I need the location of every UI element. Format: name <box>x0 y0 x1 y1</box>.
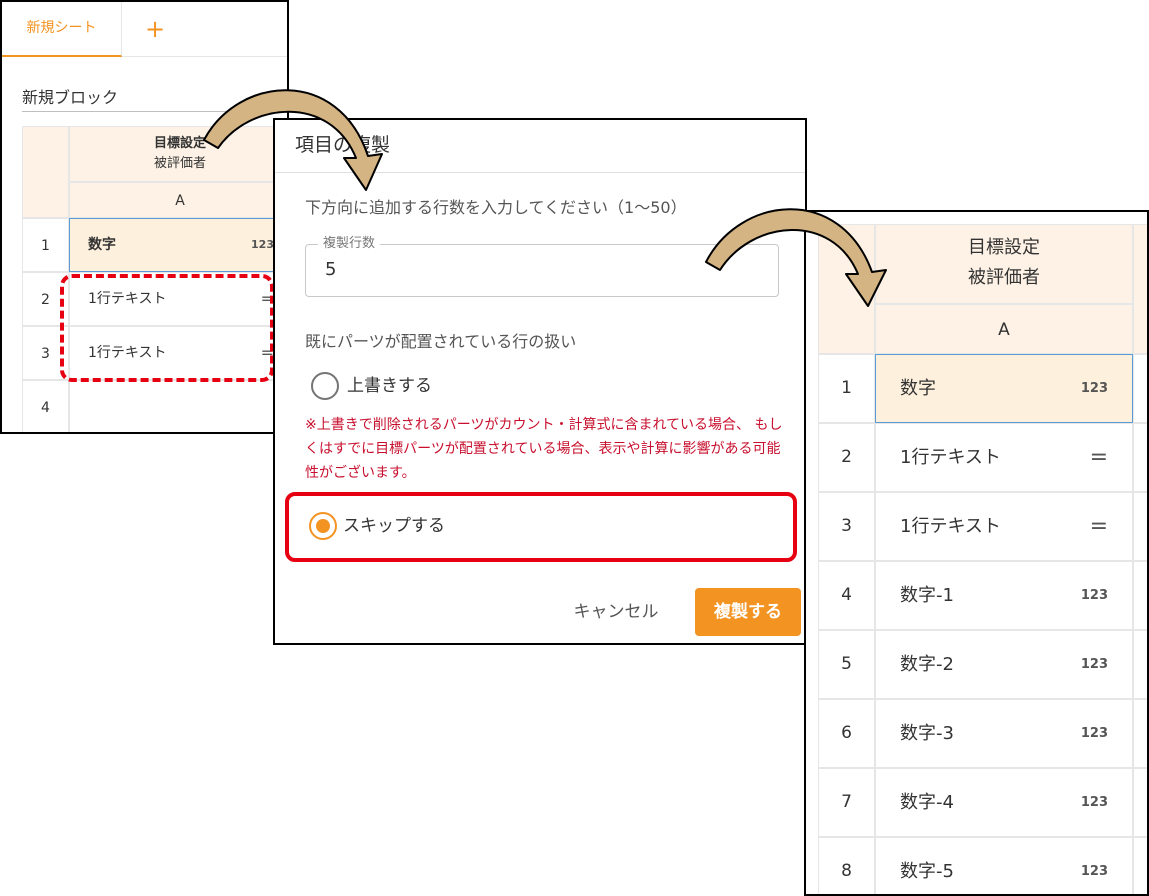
grid-cell[interactable] <box>1133 768 1147 837</box>
cancel-button[interactable]: キャンセル <box>557 590 675 634</box>
table-row: 7 数字-4 123 <box>818 768 1147 837</box>
grid-cell[interactable] <box>1133 699 1147 768</box>
table-row: 1 数字 123 <box>22 218 287 272</box>
cell-label: 数字 <box>900 378 936 399</box>
row-number: 3 <box>818 492 875 561</box>
grid-cell[interactable]: 数字-5 123 <box>875 837 1133 894</box>
existing-parts-highlight <box>60 274 274 382</box>
grid-cell[interactable]: 数字 123 <box>69 218 287 272</box>
table-row: 8 数字-5 123 <box>818 837 1147 894</box>
grid-cell[interactable]: 数字-1 123 <box>875 561 1133 630</box>
grid-cell[interactable] <box>1133 837 1147 894</box>
row-number: 1 <box>22 218 69 272</box>
table-row: 1 数字 123 <box>818 354 1147 423</box>
duplicate-button[interactable]: 複製する <box>695 588 801 636</box>
cell-label: 数字-5 <box>900 861 954 882</box>
grid-cell[interactable]: 数字 123 <box>875 354 1133 423</box>
text-line-icon: = <box>1089 445 1108 470</box>
flow-arrow-icon <box>203 89 383 191</box>
grid-cell[interactable] <box>1133 492 1147 561</box>
table-row: 4 <box>22 380 287 432</box>
skip-radio[interactable] <box>309 512 337 540</box>
existing-row-handling-label: 既にパーツが配置されている行の扱い <box>305 332 577 351</box>
number-part-icon: 123 <box>251 238 274 251</box>
column-letter-header: A <box>875 304 1133 354</box>
overwrite-label[interactable]: 上書きする <box>347 372 432 400</box>
grid-cell[interactable] <box>1133 354 1147 423</box>
overwrite-warning-text: ※上書きで削除されるパーツがカウント・計算式に含まれている場合、 もしくはすでに… <box>305 417 783 481</box>
cell-label: 数字 <box>88 237 116 253</box>
sheet-editor-panel: 新規シート + 新規ブロック 目標設定 被評価者 A 1 数字 123 2 1行… <box>0 0 289 434</box>
number-part-icon: 123 <box>1080 657 1108 672</box>
header-subtitle: 被評価者 <box>968 267 1040 288</box>
number-part-icon: 123 <box>1080 864 1108 879</box>
cell-label: 数字-3 <box>900 723 954 744</box>
overwrite-radio[interactable] <box>311 372 339 400</box>
cell-label: 数字-1 <box>900 585 954 606</box>
text-line-icon: = <box>1089 514 1108 539</box>
column-header-field: 目標設定 被評価者 <box>875 224 1133 304</box>
row-number: 1 <box>818 354 875 423</box>
grid-cell[interactable] <box>1133 423 1147 492</box>
grid-cell[interactable]: 1行テキスト = <box>875 492 1133 561</box>
table-row: 6 数字-3 123 <box>818 699 1147 768</box>
row-number: 4 <box>818 561 875 630</box>
row-number: 7 <box>818 768 875 837</box>
number-part-icon: 123 <box>1080 381 1108 396</box>
grid-cell[interactable]: 数字-2 123 <box>875 630 1133 699</box>
grid-cell[interactable]: 数字-4 123 <box>875 768 1133 837</box>
row-number: 2 <box>818 423 875 492</box>
grid-corner-header <box>22 126 69 218</box>
cell-label: 1行テキスト <box>900 516 1001 537</box>
row-number: 8 <box>818 837 875 894</box>
sheet-tab-bar: 新規シート + <box>2 2 287 57</box>
grid-cell[interactable] <box>1133 561 1147 630</box>
cell-label: 数字-4 <box>900 792 954 813</box>
table-row: 5 数字-2 123 <box>818 630 1147 699</box>
header-title: 目標設定 <box>968 237 1040 258</box>
grid-cell[interactable]: 数字-3 123 <box>875 699 1133 768</box>
row-number: 5 <box>818 630 875 699</box>
next-column-header <box>1133 224 1147 354</box>
add-sheet-icon[interactable]: + <box>142 12 168 46</box>
table-row: 4 数字-1 123 <box>818 561 1147 630</box>
table-row: 3 1行テキスト = <box>818 492 1147 561</box>
duplicate-rows-value: 5 <box>325 259 337 280</box>
grid-cell[interactable]: 1行テキスト = <box>875 423 1133 492</box>
row-number: 6 <box>818 699 875 768</box>
cell-label: 数字-2 <box>900 654 954 675</box>
tab-new-sheet[interactable]: 新規シート <box>2 2 122 57</box>
number-part-icon: 123 <box>1080 726 1108 741</box>
duplicate-rows-label: 複製行数 <box>318 236 381 252</box>
table-row: 2 1行テキスト = <box>818 423 1147 492</box>
flow-arrow-icon <box>705 208 887 307</box>
skip-label[interactable]: スキップする <box>343 512 445 540</box>
cell-label: 1行テキスト <box>900 447 1001 468</box>
grid-cell[interactable] <box>69 380 287 432</box>
row-number: 4 <box>22 380 69 432</box>
grid-cell[interactable] <box>1133 630 1147 699</box>
number-part-icon: 123 <box>1080 795 1108 810</box>
number-part-icon: 123 <box>1080 588 1108 603</box>
